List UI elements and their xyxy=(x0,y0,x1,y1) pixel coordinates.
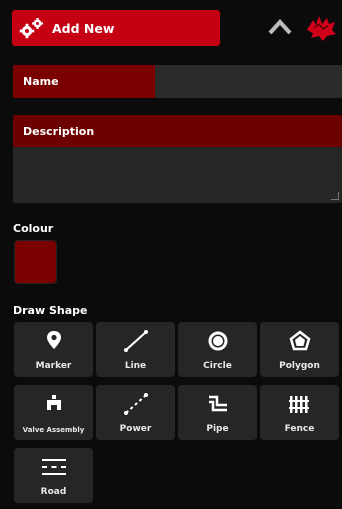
colour-swatch[interactable] xyxy=(14,240,57,284)
tool-label: Polygon xyxy=(279,361,320,371)
add-new-panel: Add New Name Description Colour Draw Sha… xyxy=(0,0,342,509)
tool-circle[interactable]: Circle xyxy=(178,322,257,377)
road-icon xyxy=(41,459,66,475)
tool-label: Marker xyxy=(35,361,72,371)
name-label: Name xyxy=(13,65,155,98)
tool-valve-assembly[interactable]: Valve Assembly xyxy=(14,385,93,440)
tool-label: Power xyxy=(119,424,152,434)
valve-icon xyxy=(46,395,61,410)
brand-logo-icon xyxy=(307,16,336,41)
tool-fence[interactable]: Fence xyxy=(260,385,339,440)
fence-icon xyxy=(288,396,309,413)
line-icon xyxy=(123,330,148,352)
tool-label: Road xyxy=(40,487,67,497)
tool-label: Pipe xyxy=(206,424,229,434)
tool-road[interactable]: Road xyxy=(14,448,93,503)
description-textarea[interactable] xyxy=(13,147,342,203)
tool-label: Circle xyxy=(203,361,232,371)
tool-label: Valve Assembly xyxy=(22,426,85,434)
chevron-up-icon[interactable] xyxy=(267,17,293,37)
power-line-icon xyxy=(123,393,148,415)
tool-label: Fence xyxy=(284,424,315,434)
add-new-button[interactable]: Add New xyxy=(12,10,220,46)
tool-power[interactable]: Power xyxy=(96,385,175,440)
circle-icon xyxy=(208,331,227,351)
gears-icon xyxy=(12,17,52,39)
name-field[interactable]: Name xyxy=(13,65,342,98)
tool-label: Line xyxy=(124,361,147,371)
colour-label: Colour xyxy=(13,222,54,235)
resize-handle-icon[interactable] xyxy=(331,192,339,200)
tool-polygon[interactable]: Polygon xyxy=(260,322,339,377)
pipe-icon xyxy=(208,395,227,412)
tool-marker[interactable]: Marker xyxy=(14,322,93,377)
draw-shape-label: Draw Shape xyxy=(13,304,88,317)
tool-pipe[interactable]: Pipe xyxy=(178,385,257,440)
description-label: Description xyxy=(13,115,342,147)
marker-pin-icon xyxy=(46,331,61,349)
polygon-icon xyxy=(289,330,310,351)
header-title: Add New xyxy=(52,20,115,36)
tool-line[interactable]: Line xyxy=(96,322,175,377)
